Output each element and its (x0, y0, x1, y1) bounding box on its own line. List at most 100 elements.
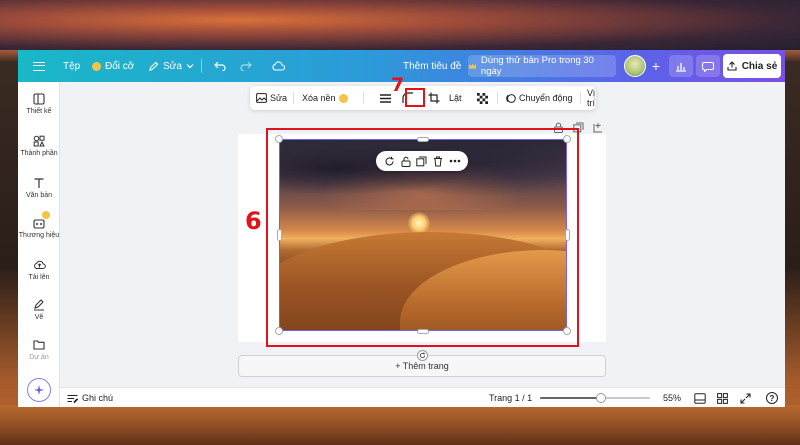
file-menu-button[interactable]: Tệp (63, 50, 80, 82)
upload-cloud-icon (33, 258, 46, 271)
position-label: Vị trí (587, 88, 596, 108)
magic-assistant-button[interactable] (27, 378, 51, 402)
sidebar-item-label: Tải lên (28, 274, 50, 281)
expand-icon (740, 392, 751, 404)
sidebar-item-elements[interactable]: Thành phần (18, 134, 60, 157)
plus-icon: + (651, 58, 661, 74)
sidebar-item-label: Thành phần (20, 150, 58, 157)
help-icon: ? (766, 392, 778, 404)
folder-icon (33, 338, 46, 351)
grid-view-icon (717, 392, 728, 404)
crown-badge-icon (41, 211, 50, 219)
cloud-icon (272, 61, 285, 71)
cloud-save-status[interactable] (271, 50, 285, 82)
layout-icon (33, 92, 46, 105)
brand-icon (33, 211, 50, 229)
fullscreen-button[interactable] (740, 388, 751, 407)
grid-view-button[interactable] (717, 388, 728, 407)
help-button[interactable]: ? (766, 388, 778, 407)
file-menu-label: Tệp (63, 60, 81, 72)
share-button[interactable]: Chia sẻ (723, 54, 781, 78)
rotate-handle[interactable] (417, 350, 428, 361)
page-indicator-label: Trang 1 / 1 (489, 393, 533, 403)
zoom-slider-fill (540, 397, 601, 399)
sidebar-item-label: Dự án (29, 354, 49, 361)
resize-label: Đổi cỡ (105, 60, 135, 72)
sunset-sky (0, 0, 800, 50)
toolbar-divider (293, 92, 294, 104)
hamburger-icon (33, 61, 45, 71)
comment-bubble-icon (702, 61, 714, 72)
pencil-icon (148, 61, 159, 71)
edit-mode-button[interactable]: Sửa (148, 50, 194, 82)
toolbar-divider (363, 92, 364, 104)
insights-button[interactable] (669, 55, 693, 77)
page-indicator[interactable]: Trang 1 / 1 (489, 388, 532, 407)
add-page-icon (593, 123, 602, 133)
sidebar-item-projects[interactable]: Dự án (18, 338, 60, 361)
add-collaborator-button[interactable]: + (648, 58, 664, 74)
zoom-level-label: 55% (663, 393, 682, 403)
zoom-slider[interactable] (540, 393, 650, 403)
toolbar-divider (580, 92, 581, 104)
design-title-button[interactable]: Thêm tiêu đề (403, 50, 461, 82)
animate-circles-icon (506, 93, 516, 103)
main-menu-button[interactable] (33, 50, 45, 82)
add-page-icon-button[interactable] (593, 120, 604, 133)
animate-button[interactable]: Chuyển động (505, 86, 573, 110)
crown-icon (338, 93, 348, 103)
edit-image-button[interactable]: Sửa (256, 86, 287, 110)
redo-button[interactable] (240, 50, 252, 82)
zoom-slider-knob[interactable] (596, 393, 606, 403)
text-icon (33, 176, 46, 189)
notes-button[interactable]: Ghi chú (67, 388, 113, 407)
design-title: Thêm tiêu đề (403, 60, 462, 72)
notes-label: Ghi chú (82, 393, 114, 403)
sidebar-item-label: Thương hiệu (18, 232, 60, 239)
crop-icon (428, 92, 440, 104)
left-sidebar: Thiết kế Thành phần Văn bản Thương hiệu … (18, 82, 60, 407)
flip-button[interactable]: Lật (449, 86, 462, 110)
rotate-arrows-icon (419, 352, 426, 359)
pro-trial-button[interactable]: Dùng thử bản Pro trong 30 ngày (468, 55, 616, 77)
sidebar-item-design[interactable]: Thiết kế (18, 92, 60, 115)
redo-icon (240, 61, 252, 71)
bottom-bar: Ghi chú Trang 1 / 1 55% ? (60, 387, 785, 407)
user-avatar[interactable] (624, 55, 646, 77)
comments-button[interactable] (696, 55, 720, 77)
sidebar-item-label: Thiết kế (26, 108, 52, 115)
page-view-button[interactable] (694, 388, 706, 407)
border-style-button[interactable] (380, 86, 391, 110)
canva-editor-window: Tệp Đổi cỡ Sửa Thêm tiêu đề Dùng thử bản… (18, 50, 785, 407)
image-edit-icon (256, 93, 267, 103)
edit-mode-label: Sửa (163, 60, 182, 72)
draw-pen-icon (33, 298, 46, 311)
annotation-crop-highlight (405, 88, 425, 107)
sidebar-item-uploads[interactable]: Tải lên (18, 258, 60, 281)
toolbar-divider (201, 59, 202, 73)
page-view-icon (694, 392, 706, 404)
remove-background-button[interactable]: Xóa nền (302, 86, 348, 110)
resize-button[interactable]: Đổi cỡ (92, 50, 134, 82)
sidebar-item-brand[interactable]: Thương hiệu (18, 211, 60, 239)
sidebar-item-text[interactable]: Văn bản (18, 176, 60, 199)
elements-icon (33, 134, 46, 147)
undo-button[interactable] (214, 50, 226, 82)
crown-icon (468, 63, 477, 69)
add-page-label: + Thêm trang (395, 361, 449, 371)
border-lines-icon (380, 93, 391, 103)
share-upload-icon (727, 61, 737, 71)
chevron-down-icon (186, 64, 194, 69)
pro-trial-label: Dùng thử bản Pro trong 30 ngày (480, 55, 594, 77)
position-button[interactable]: Vị trí (587, 86, 596, 110)
sidebar-item-label: Vẽ (34, 314, 44, 321)
annotation-step-6: 6 (245, 207, 262, 235)
crop-button[interactable] (428, 86, 440, 110)
flip-label: Lật (449, 93, 462, 103)
sidebar-item-draw[interactable]: Vẽ (18, 298, 60, 321)
share-label: Chia sẻ (741, 60, 778, 72)
zoom-level[interactable]: 55% (663, 388, 681, 407)
animate-label: Chuyển động (519, 93, 573, 103)
transparency-button[interactable] (477, 86, 488, 110)
edit-image-label: Sửa (270, 93, 288, 103)
